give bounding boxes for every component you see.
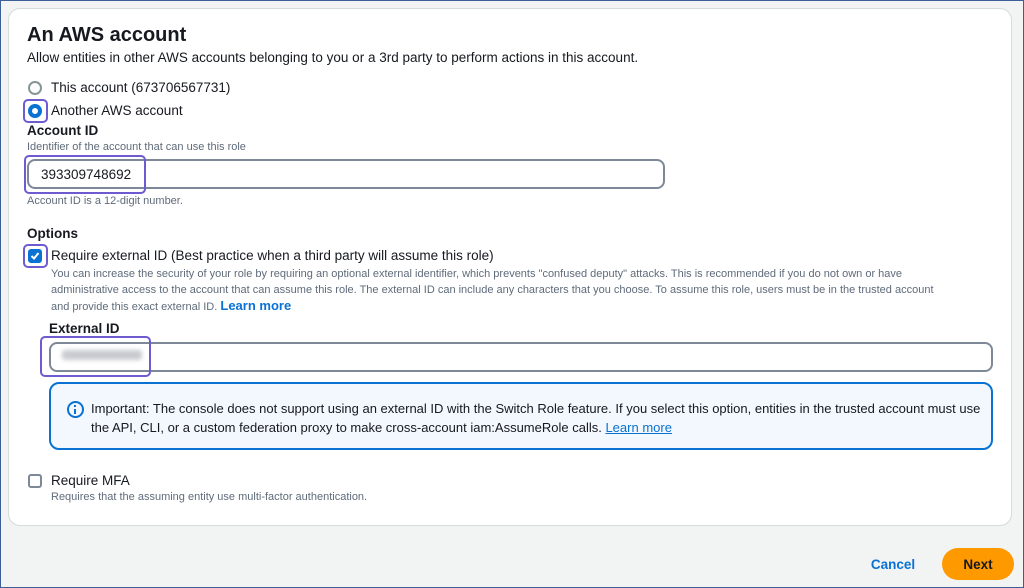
alert-message: Important: The console does not support … — [91, 399, 981, 437]
section-title: An AWS account — [27, 24, 187, 46]
alert-text: Important: The console does not support … — [91, 401, 981, 435]
checkmark-icon — [30, 252, 40, 260]
external-id-info-alert: Important: The console does not support … — [49, 382, 993, 450]
cancel-button[interactable]: Cancel — [860, 550, 926, 578]
info-icon — [67, 401, 84, 418]
options-heading: Options — [27, 226, 78, 241]
alert-learn-more-link[interactable]: Learn more — [605, 420, 671, 435]
external-id-input[interactable] — [49, 342, 993, 372]
this-account-radio[interactable] — [28, 81, 42, 95]
external-id-description-line3: and provide this exact external ID. Lear… — [51, 298, 291, 315]
external-id-learn-more-link[interactable]: Learn more — [220, 298, 291, 313]
require-mfa-checkbox[interactable] — [28, 474, 42, 488]
require-mfa-label: Require MFA — [51, 473, 130, 488]
account-id-constraint: Account ID is a 12-digit number. — [27, 195, 183, 207]
another-account-label: Another AWS account — [51, 103, 183, 118]
external-id-description-line1: You can increase the security of your ro… — [51, 268, 903, 280]
this-account-label: This account (673706567731) — [51, 80, 231, 95]
external-id-description-line2: administrative access to the account tha… — [51, 284, 934, 296]
external-id-label: External ID — [49, 321, 120, 336]
external-id-description-text: and provide this exact external ID. — [51, 301, 218, 313]
another-account-radio[interactable] — [28, 104, 42, 118]
require-external-id-label: Require external ID (Best practice when … — [51, 248, 494, 263]
next-button[interactable]: Next — [942, 548, 1014, 580]
account-id-label: Account ID — [27, 123, 99, 138]
require-external-id-checkbox[interactable] — [28, 249, 42, 263]
section-subtitle: Allow entities in other AWS accounts bel… — [27, 50, 639, 65]
account-id-highlight — [24, 155, 146, 194]
external-id-highlight — [40, 336, 151, 377]
require-mfa-description: Requires that the assuming entity use mu… — [51, 491, 368, 503]
account-id-description: Identifier of the account that can use t… — [27, 141, 246, 153]
